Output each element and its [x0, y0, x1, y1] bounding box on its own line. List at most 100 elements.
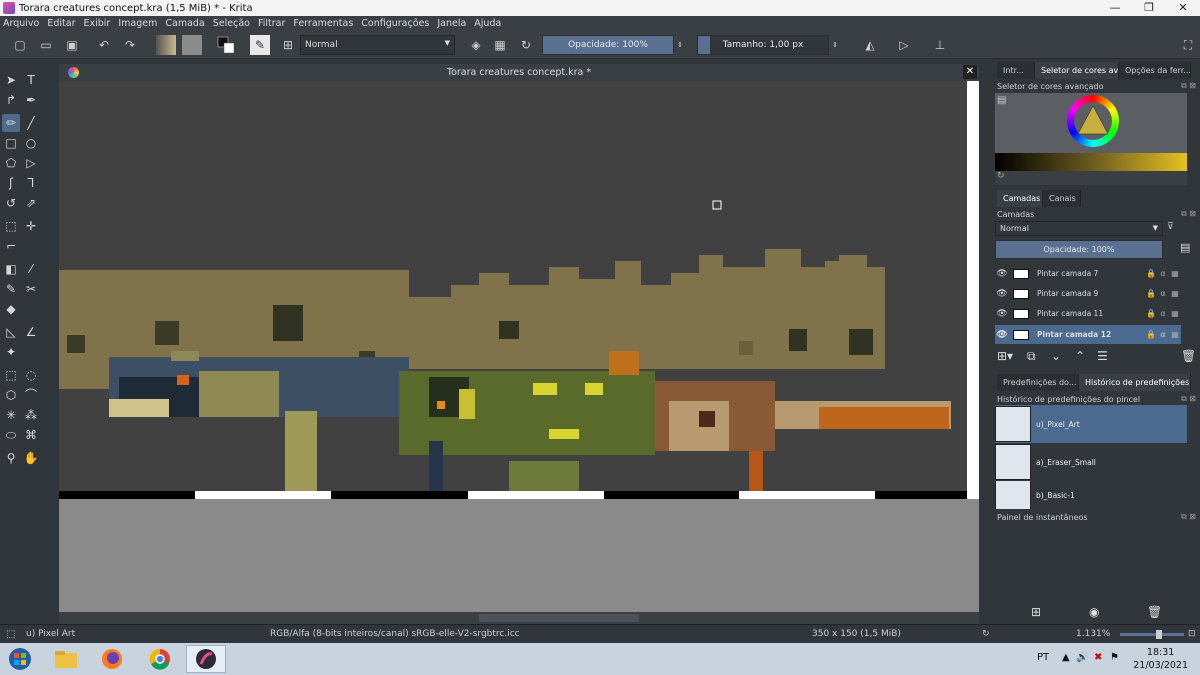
preset-dock-ctl-icon[interactable]: ⧉ ⊠ [1181, 394, 1196, 404]
tab-tool-options[interactable]: Opções da ferr... [1119, 62, 1191, 79]
layer-blend-select[interactable]: Normal ▼ [995, 221, 1163, 236]
ellipse-select-icon[interactable]: ◌ [22, 366, 40, 384]
size-spin-icon[interactable]: ⇕ [831, 35, 839, 55]
zoom-slider[interactable] [1120, 630, 1184, 639]
open-folder-icon[interactable]: ▭ [36, 35, 56, 55]
menu-editar[interactable]: Editar [47, 18, 75, 29]
calligraphy-icon[interactable]: ✒ [22, 91, 40, 109]
lock-icon[interactable]: 🔒 [1145, 309, 1157, 318]
dock-float-icon[interactable]: ⧉ ⊠ [1181, 81, 1196, 91]
snapshot-dock-ctl-icon[interactable]: ⧉ ⊠ [1181, 512, 1196, 522]
maximize-button[interactable]: ❐ [1132, 0, 1166, 16]
blend-mode-select[interactable]: Normal ▼ [300, 35, 455, 55]
menu-filtrar[interactable]: Filtrar [258, 18, 285, 29]
color-settings-icon[interactable]: ▤ [997, 95, 1006, 106]
alpha-icon[interactable]: α [1157, 330, 1169, 339]
menu-exibir[interactable]: Exibir [84, 18, 111, 29]
select-shapes-icon[interactable]: ➤ [2, 71, 20, 89]
brush-preset-item[interactable]: a)_Eraser_Small [995, 443, 1187, 481]
redo-icon[interactable]: ↷ [120, 35, 140, 55]
opacity-slider[interactable]: Opacidade: 100% [542, 35, 674, 55]
close-document-icon[interactable]: ✕ [963, 65, 977, 79]
tab-preset-history[interactable]: Histórico de predefinições do ... [1079, 374, 1191, 391]
fullscreen-icon[interactable]: ⛶ [1178, 35, 1198, 55]
duplicate-layer-icon[interactable]: ⧉ [1027, 349, 1036, 364]
brush-preset-icon[interactable]: ✎ [250, 35, 270, 55]
ellipse-tool-icon[interactable]: ○ [22, 134, 40, 152]
hue-ring[interactable] [1067, 95, 1119, 147]
brush-preset-item[interactable]: b)_Basic-1 [995, 481, 1187, 509]
visibility-eye-icon[interactable]: 👁 [995, 309, 1009, 319]
similar-select-icon[interactable]: ⁂ [22, 406, 40, 424]
volume-icon[interactable]: 🔊 [1076, 652, 1088, 663]
fill-tool-icon[interactable]: ◆ [2, 300, 20, 318]
scrollbar-thumb[interactable] [479, 614, 639, 622]
size-slider[interactable]: Tamanho: 1,00 px [697, 35, 829, 55]
delete-layer-icon[interactable]: 🗑 [1181, 349, 1196, 363]
fit-view-icon[interactable]: ⊡ [1188, 629, 1196, 639]
new-document-icon[interactable]: ▢ [10, 35, 30, 55]
layer-properties-icon[interactable]: ▤ [1180, 241, 1190, 254]
layer-row[interactable]: 👁 Pintar camada 9 🔒 α ▦ [995, 284, 1181, 303]
contiguous-select-icon[interactable]: ✳ [2, 406, 20, 424]
grid-icon[interactable]: ⊞ [278, 35, 298, 55]
add-layer-icon[interactable]: ⊞▾ [997, 349, 1013, 363]
alpha-icon[interactable]: α [1157, 269, 1169, 278]
freehand-brush-icon[interactable]: ✏ [2, 114, 20, 132]
rect-select-icon[interactable]: ⬚ [2, 366, 20, 384]
layer-opacity-slider[interactable]: Opacidade: 100% [995, 240, 1163, 259]
brush-preset-item[interactable]: u)_Pixel_Art [995, 405, 1187, 443]
alpha-icon[interactable]: α [1157, 309, 1169, 318]
inherit-alpha-icon[interactable]: ▦ [1169, 269, 1181, 278]
notification-flag-icon[interactable]: ⚑ [1110, 652, 1119, 663]
color-wheel-panel[interactable]: ▤ [995, 93, 1187, 153]
bezier-select-icon[interactable]: ⬭ [2, 426, 20, 444]
transform-tool-icon[interactable]: ⬚ [2, 217, 20, 235]
freehand-path-icon[interactable]: Ꞁ [22, 174, 40, 192]
color-picker-icon[interactable]: ⁄ [22, 260, 40, 278]
network-icon[interactable]: ✖ [1094, 652, 1102, 663]
save-icon[interactable]: ▣ [62, 35, 82, 55]
start-button-icon[interactable] [0, 645, 40, 673]
layer-row[interactable]: 👁 Pintar camada 11 🔒 α ▦ [995, 304, 1181, 323]
minimize-button[interactable]: — [1098, 0, 1132, 16]
opacity-spin-icon[interactable]: ⇕ [676, 35, 684, 55]
undo-icon[interactable]: ↶ [94, 35, 114, 55]
dynamic-brush-icon[interactable]: ↺ [2, 194, 20, 212]
refresh-icon[interactable]: ↻ [997, 171, 1005, 181]
gradient-tool-icon[interactable]: ◧ [2, 260, 20, 278]
menu-configuracoes[interactable]: Configurações [361, 18, 429, 29]
multibrush-icon[interactable]: ⇗ [22, 194, 40, 212]
assistant-tool-icon[interactable]: ◺ [2, 323, 20, 341]
layer-properties-button-icon[interactable]: ☰ [1097, 349, 1108, 363]
pattern-swatch[interactable] [182, 35, 202, 55]
smart-patch-icon[interactable]: ✂ [22, 280, 40, 298]
firefox-icon[interactable] [92, 645, 132, 673]
inherit-alpha-icon[interactable]: ▦ [1169, 330, 1181, 339]
gradient-swatch[interactable] [156, 35, 176, 55]
colorize-mask-icon[interactable]: ✎ [2, 280, 20, 298]
visibility-eye-icon[interactable]: 👁 [995, 330, 1009, 340]
menu-ferramentas[interactable]: Ferramentas [293, 18, 353, 29]
zoom-slider-handle[interactable] [1156, 630, 1162, 639]
tray-arrow-icon[interactable]: ▲ [1062, 652, 1070, 663]
mirror-vertical-icon[interactable]: ▷ [894, 35, 914, 55]
lock-icon[interactable]: 🔒 [1145, 289, 1157, 298]
menu-arquivo[interactable]: Arquivo [3, 18, 39, 29]
preserve-alpha-icon[interactable]: ▦ [490, 35, 510, 55]
line-tool-icon[interactable]: ╱ [22, 114, 40, 132]
edit-shapes-icon[interactable]: ↱ [2, 91, 20, 109]
canvas-area[interactable]: Torara creatures concept.kra * ✕ [59, 64, 979, 624]
camera-icon[interactable]: ◉ [1089, 605, 1099, 619]
menu-ajuda[interactable]: Ajuda [474, 18, 501, 29]
tab-advanced-color[interactable]: Seletor de cores av... [1035, 62, 1119, 79]
measure-tool-icon[interactable]: ∠ [22, 323, 40, 341]
layer-row-selected[interactable]: 👁 Pintar camada 12 🔒 α ▦ [995, 325, 1181, 344]
rectangle-tool-icon[interactable]: □ [2, 134, 20, 152]
polyline-tool-icon[interactable]: ▷ [22, 154, 40, 172]
move-layer-up-icon[interactable]: ⌃ [1075, 349, 1085, 363]
inherit-alpha-icon[interactable]: ▦ [1169, 309, 1181, 318]
wrap-around-icon[interactable]: ⊥ [930, 35, 950, 55]
bezier-tool-icon[interactable]: ʃ [2, 174, 20, 192]
horizontal-scrollbar[interactable] [59, 612, 979, 624]
